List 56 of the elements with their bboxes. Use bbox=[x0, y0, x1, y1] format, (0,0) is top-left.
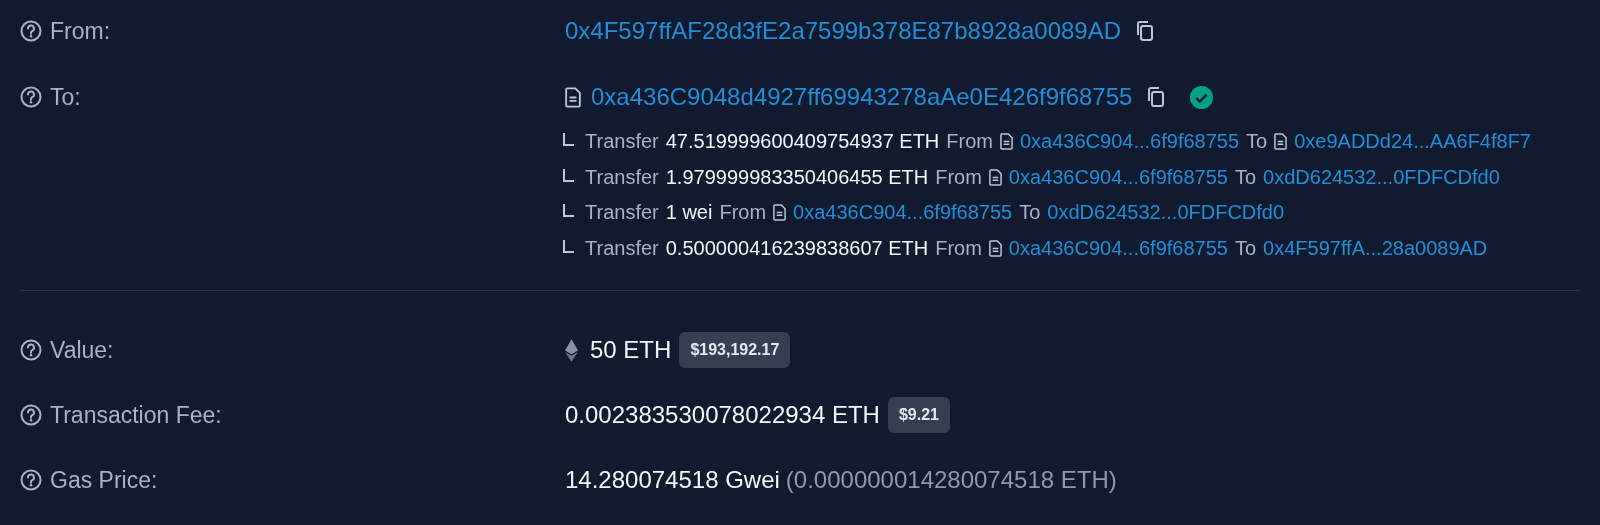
transfer-label: Transfer bbox=[585, 236, 659, 260]
copy-icon[interactable] bbox=[1146, 86, 1167, 108]
check-icon bbox=[1190, 85, 1214, 109]
document-icon bbox=[773, 204, 787, 222]
to-label: To bbox=[1019, 201, 1041, 225]
field-label: To: bbox=[50, 83, 81, 111]
to-label: To bbox=[1246, 130, 1268, 154]
address-link[interactable]: 0x4F597ffAF28d3fE2a7599b378E87b8928a0089AD bbox=[565, 17, 1122, 45]
to-label: To bbox=[1234, 236, 1257, 260]
field-label: Gas Price: bbox=[50, 466, 158, 494]
help-icon[interactable] bbox=[20, 86, 42, 108]
value-amount: 50 ETH bbox=[590, 336, 672, 364]
branch-icon bbox=[563, 239, 574, 253]
usd-value-badge: $193,192.17 bbox=[679, 332, 791, 368]
document-icon bbox=[1000, 133, 1013, 151]
transfer-amount: 0.500000416239838607 ETH bbox=[665, 236, 929, 260]
transfer-amount: 1.979999983350406455 ETH bbox=[665, 165, 929, 189]
address-link[interactable]: 0xdD624532...0FDFCDfd0 bbox=[1047, 201, 1285, 225]
branch-icon bbox=[563, 168, 574, 182]
address-link[interactable]: 0xa436C904...6f9f68755 bbox=[988, 165, 1228, 189]
address-link[interactable]: 0xe9ADDd24...AA6F4f8F7 bbox=[1274, 130, 1531, 154]
address-link[interactable]: 0xa436C904...6f9f68755 bbox=[1000, 130, 1240, 154]
from-label: From bbox=[946, 130, 993, 154]
help-icon[interactable] bbox=[20, 469, 42, 491]
address-link[interactable]: 0xa436C904...6f9f68755 bbox=[988, 236, 1228, 260]
gas-price-eth: (0.000000014280074518 ETH) bbox=[785, 466, 1117, 494]
copy-icon[interactable] bbox=[1135, 20, 1156, 42]
field-label: Transaction Fee: bbox=[50, 401, 222, 429]
transfer-amount: 47.519999600409754937 ETH bbox=[665, 130, 940, 154]
document-icon bbox=[565, 86, 581, 108]
transfer-label: Transfer bbox=[585, 165, 659, 189]
branch-icon bbox=[563, 133, 574, 147]
to-label: To bbox=[1234, 165, 1257, 189]
from-label: From bbox=[719, 201, 767, 225]
from-label: From bbox=[935, 165, 982, 189]
ethereum-icon bbox=[565, 338, 578, 362]
document-icon bbox=[988, 239, 1002, 257]
help-icon[interactable] bbox=[20, 20, 42, 42]
field-label: From: bbox=[50, 17, 111, 45]
document-icon bbox=[988, 168, 1002, 186]
field-label: Value: bbox=[50, 336, 114, 364]
address-link[interactable]: 0xa436C9048d4927ff69943278aAe0E426f9f68755 bbox=[591, 83, 1133, 111]
transfer-label: Transfer bbox=[585, 201, 659, 225]
document-icon bbox=[1274, 133, 1288, 151]
from-label: From bbox=[935, 236, 982, 260]
gas-price: 14.280074518 Gwei bbox=[565, 466, 780, 494]
transfer-label: Transfer bbox=[585, 130, 659, 154]
address-link[interactable]: 0x4F597ffA...28a0089AD bbox=[1263, 236, 1488, 260]
help-icon[interactable] bbox=[20, 339, 42, 361]
transfer-amount: 1 wei bbox=[665, 201, 713, 225]
usd-fee-badge: $9.21 bbox=[887, 397, 950, 433]
branch-icon bbox=[563, 204, 574, 218]
help-icon[interactable] bbox=[20, 404, 42, 426]
address-link[interactable]: 0xa436C904...6f9f68755 bbox=[773, 201, 1013, 225]
address-link[interactable]: 0xdD624532...0FDFCDfd0 bbox=[1263, 165, 1500, 189]
fee-amount: 0.002383530078022934 ETH bbox=[565, 401, 880, 429]
